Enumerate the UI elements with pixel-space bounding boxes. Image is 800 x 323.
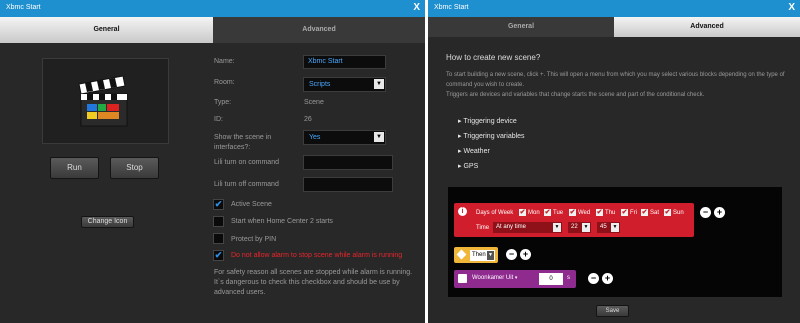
thu-checkbox[interactable]: ✔ bbox=[596, 209, 603, 216]
sat-checkbox[interactable]: ✔ bbox=[641, 209, 648, 216]
close-icon[interactable]: X bbox=[413, 2, 420, 13]
start-on-boot-label: Start when Home Center 2 starts bbox=[231, 218, 333, 225]
remove-block-icon[interactable]: − bbox=[588, 273, 599, 284]
room-select[interactable]: Scripts ▼ bbox=[303, 77, 386, 92]
fri-label: Fri bbox=[630, 210, 637, 216]
remove-block-icon[interactable]: − bbox=[506, 249, 517, 260]
wed-checkbox[interactable]: ✔ bbox=[569, 209, 576, 216]
tab-advanced[interactable]: Advanced bbox=[213, 17, 425, 43]
chevron-down-icon: ▾ bbox=[514, 275, 518, 281]
lili-on-label: Lili turn on command bbox=[214, 159, 279, 166]
list-item: ▸ GPS bbox=[458, 163, 479, 170]
active-scene-checkbox[interactable]: ✔ bbox=[213, 199, 224, 210]
safety-note: For safety reason all scenes are stopped… bbox=[214, 269, 413, 296]
remove-block-icon[interactable]: − bbox=[700, 207, 711, 218]
type-label: Type: bbox=[214, 99, 232, 106]
help-paragraph-2: Triggers are devices and variables that … bbox=[446, 92, 705, 98]
info-icon[interactable]: i bbox=[458, 207, 467, 216]
add-block-icon[interactable]: + bbox=[602, 273, 613, 284]
list-item: ▸ Weather bbox=[458, 148, 490, 155]
device-icon bbox=[458, 274, 467, 283]
minute-select[interactable]: 45 ▼ bbox=[597, 222, 620, 233]
active-scene-label: Active Scene bbox=[231, 201, 272, 208]
close-icon[interactable]: X bbox=[788, 2, 795, 13]
chevron-down-icon: ▼ bbox=[374, 132, 384, 142]
chevron-down-icon: ▼ bbox=[611, 223, 619, 232]
protect-pin-checkbox[interactable] bbox=[213, 233, 224, 244]
name-input[interactable]: Xbmc Start bbox=[303, 55, 386, 69]
mon-label: Mon bbox=[528, 210, 540, 216]
then-select[interactable]: Then ▼ bbox=[470, 250, 495, 261]
delay-input[interactable]: 0 bbox=[539, 273, 563, 285]
type-value: Scene bbox=[304, 99, 324, 106]
add-block-icon[interactable]: + bbox=[714, 207, 725, 218]
alarm-override-label: Do not allow alarm to stop scene while a… bbox=[231, 252, 403, 259]
lili-on-input[interactable] bbox=[303, 155, 393, 170]
id-label: ID: bbox=[214, 116, 223, 123]
tue-label: Tue bbox=[553, 210, 564, 216]
chevron-down-icon: ▼ bbox=[374, 79, 384, 89]
start-on-boot-checkbox[interactable] bbox=[213, 216, 224, 227]
lili-off-label: Lili turn off command bbox=[214, 181, 279, 188]
room-label: Room: bbox=[214, 79, 235, 86]
window-title: Xbmc Start bbox=[434, 4, 469, 11]
change-icon-button[interactable]: Change Icon bbox=[81, 216, 134, 228]
scene-window-general: Xbmc Start X General Advanced Run Stop C… bbox=[0, 0, 425, 323]
room-select-value: Scripts bbox=[309, 81, 331, 88]
then-select-value: Then bbox=[472, 252, 486, 258]
alarm-override-checkbox[interactable]: ✔ bbox=[213, 250, 224, 261]
show-in-interfaces-select[interactable]: Yes ▼ bbox=[303, 130, 386, 145]
help-paragraph-1: To start building a new scene, click +. … bbox=[446, 72, 785, 88]
time-select-value: At any time bbox=[496, 224, 527, 230]
tab-advanced[interactable]: Advanced bbox=[614, 17, 800, 37]
name-label: Name: bbox=[214, 58, 235, 65]
scene-icon-panel bbox=[42, 58, 169, 144]
stop-button[interactable]: Stop bbox=[110, 157, 159, 179]
tab-general[interactable]: General bbox=[0, 17, 213, 43]
sat-label: Sat bbox=[650, 210, 660, 216]
delay-unit: s bbox=[567, 275, 570, 281]
wed-label: Wed bbox=[578, 210, 591, 216]
chevron-down-icon: ▼ bbox=[553, 223, 561, 232]
window-title: Xbmc Start bbox=[6, 4, 41, 11]
time-select[interactable]: At any time ▼ bbox=[493, 222, 562, 233]
time-label: Time bbox=[476, 225, 490, 231]
tab-general[interactable]: General bbox=[428, 17, 614, 37]
run-button[interactable]: Run bbox=[50, 157, 99, 179]
chevron-down-icon: ▼ bbox=[582, 223, 590, 232]
sun-label: Sun bbox=[673, 210, 684, 216]
list-item: ▸ Triggering variables bbox=[458, 133, 525, 140]
tue-checkbox[interactable]: ✔ bbox=[544, 209, 551, 216]
list-item: ▸ Triggering device bbox=[458, 118, 517, 125]
minute-select-value: 45 bbox=[600, 224, 607, 230]
hour-select-value: 22 bbox=[571, 224, 578, 230]
show-in-interfaces-label: Show the scene in interfaces?: bbox=[214, 134, 272, 151]
lili-off-input[interactable] bbox=[303, 177, 393, 192]
fri-checkbox[interactable]: ✔ bbox=[621, 209, 628, 216]
clapperboard-icon bbox=[78, 75, 128, 127]
id-value: 26 bbox=[304, 116, 312, 123]
days-of-week-label: Days of Week bbox=[476, 210, 514, 216]
title-bar: Xbmc Start X bbox=[0, 0, 425, 17]
title-bar: Xbmc Start X bbox=[428, 0, 800, 17]
mon-checkbox[interactable]: ✔ bbox=[519, 209, 526, 216]
add-block-icon[interactable]: + bbox=[520, 249, 531, 260]
sun-checkbox[interactable]: ✔ bbox=[664, 209, 671, 216]
device-select[interactable]: Woonkamer Uit ▾ bbox=[472, 273, 528, 284]
thu-label: Thu bbox=[605, 210, 616, 216]
help-heading: How to create new scene? bbox=[446, 53, 541, 62]
save-button[interactable]: Save bbox=[596, 305, 629, 317]
show-select-value: Yes bbox=[309, 134, 321, 141]
tab-bar: General Advanced bbox=[428, 17, 800, 37]
tab-bar: General Advanced bbox=[0, 17, 425, 43]
hour-select[interactable]: 22 ▼ bbox=[568, 222, 591, 233]
device-select-value: Woonkamer Uit bbox=[472, 275, 514, 281]
chevron-down-icon: ▼ bbox=[487, 251, 494, 260]
protect-pin-label: Protect by PIN bbox=[231, 236, 277, 243]
